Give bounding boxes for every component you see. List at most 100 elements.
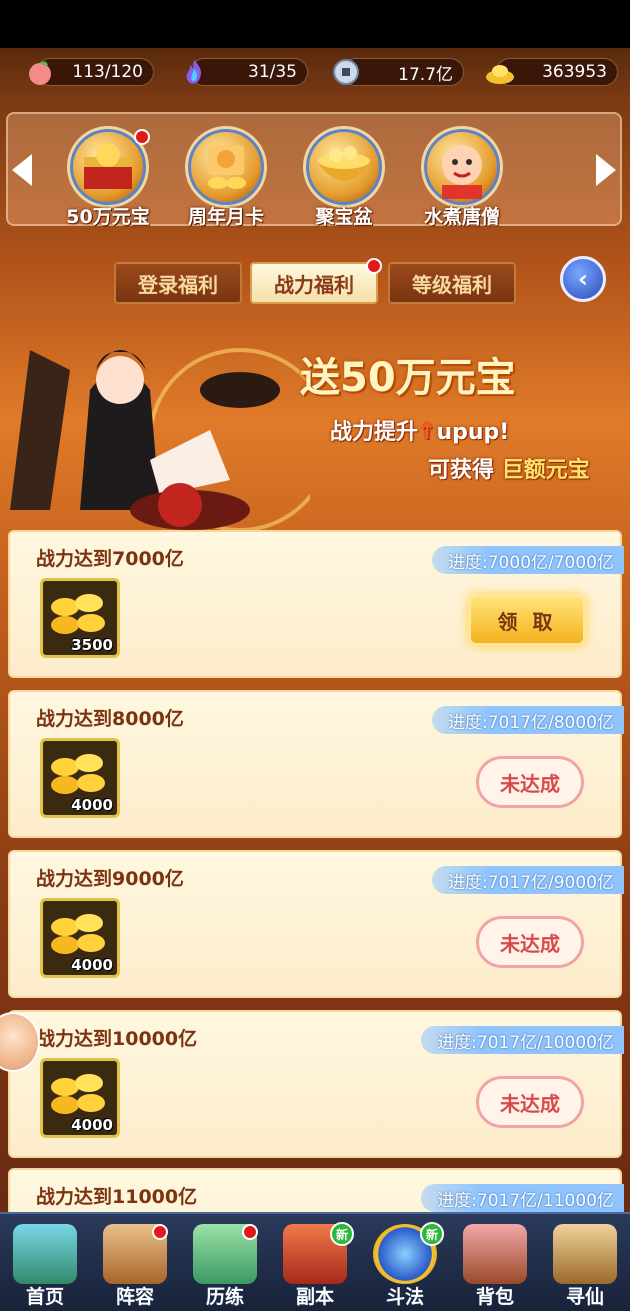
- nav-label: 阵容: [115, 1286, 154, 1308]
- tab-label: 等级福利: [412, 272, 492, 297]
- event-item-500k-ingots[interactable]: 50万元宝: [62, 126, 154, 228]
- event-label: 周年月卡: [187, 206, 264, 228]
- reward-progress: 进度:7017亿/11000亿: [421, 1184, 624, 1212]
- promo-line1-suffix: upup!: [436, 420, 510, 445]
- treasure-chest-icon: [67, 126, 150, 208]
- peach-icon: [23, 55, 57, 89]
- notification-dot: [134, 129, 150, 145]
- nav-dungeon[interactable]: 新 副本: [270, 1218, 360, 1310]
- gold-ingot-reward[interactable]: 4000: [40, 1058, 120, 1138]
- character-illustration: [10, 348, 310, 532]
- month-card-icon: [185, 126, 267, 208]
- reward-card: 战力达到8000亿 进度:7017亿/8000亿 4000 未达成: [8, 690, 624, 838]
- not-achieved-button[interactable]: 未达成: [476, 916, 584, 968]
- promo-title-prefix: 送: [300, 355, 340, 401]
- reward-quantity: 4000: [71, 1116, 113, 1134]
- promo-title: 送50万元宝: [300, 345, 516, 403]
- reward-progress: 进度:7017亿/8000亿: [432, 706, 624, 734]
- nav-battle[interactable]: 新 斗法: [360, 1218, 450, 1310]
- reward-card: 战力达到9000亿 进度:7017亿/9000亿 4000 未达成: [8, 850, 624, 998]
- tab-power-welfare[interactable]: 战力福利: [250, 258, 382, 304]
- seek-immortal-icon: [553, 1224, 617, 1284]
- event-label: 水煮唐僧: [423, 206, 500, 228]
- ingot-counter[interactable]: 363953: [486, 58, 618, 86]
- promo-banner: [0, 300, 630, 532]
- reward-title: 战力达到7000亿: [36, 548, 184, 570]
- up-arrow-icon: ↑: [418, 420, 437, 445]
- back-button[interactable]: ‹: [560, 256, 606, 302]
- nav-label: 历练: [205, 1286, 244, 1308]
- status-bar: [0, 0, 630, 48]
- notification-dot: [242, 1224, 258, 1240]
- coin-counter[interactable]: 17.7亿: [333, 58, 464, 86]
- reward-title: 战力达到10000亿: [36, 1028, 198, 1050]
- promo-line2-highlight: 巨额元宝: [501, 458, 590, 483]
- energy-value: 31/35: [248, 62, 297, 82]
- reward-card: 战力达到7000亿 进度:7000亿/7000亿 3500 领 取: [8, 530, 624, 678]
- promo-subtitle-2: 可获得 巨额元宝: [428, 452, 590, 484]
- bag-icon: [463, 1224, 527, 1284]
- tab-label: 战力福利: [274, 272, 354, 297]
- event-carousel: 50万元宝 周年月卡 聚宝盆 水煮唐僧: [6, 112, 622, 228]
- gold-ingot-reward[interactable]: 4000: [40, 738, 120, 818]
- event-item-monthly-card[interactable]: 周年月卡: [180, 126, 272, 228]
- nav-home[interactable]: 首页: [0, 1218, 90, 1310]
- notification-dot: [366, 258, 382, 274]
- reward-quantity: 3500: [71, 636, 113, 654]
- nav-label: 寻仙: [565, 1286, 604, 1308]
- home-icon: [13, 1224, 77, 1284]
- stamina-counter[interactable]: 113/120: [29, 58, 154, 86]
- nav-seek-immortal[interactable]: 寻仙: [540, 1218, 630, 1310]
- gold-ingot-reward[interactable]: 3500: [40, 578, 120, 658]
- notification-dot: [152, 1224, 168, 1240]
- flame-icon: [177, 55, 211, 89]
- reward-title: 战力达到9000亿: [36, 868, 184, 890]
- tab-level-welfare[interactable]: 等级福利: [388, 262, 516, 304]
- treasure-bowl-icon: [303, 126, 385, 208]
- reward-card: 战力达到10000亿 进度:7017亿/10000亿 4000 未达成: [8, 1010, 624, 1158]
- reward-quantity: 4000: [71, 796, 113, 814]
- event-label: 50万元宝: [66, 206, 150, 228]
- energy-counter[interactable]: 31/35: [186, 58, 308, 86]
- nav-label: 副本: [295, 1286, 334, 1308]
- new-badge: 新: [420, 1222, 444, 1246]
- nav-label: 斗法: [385, 1286, 424, 1308]
- promo-title-main: 50万元宝: [340, 355, 516, 401]
- reward-title: 战力达到8000亿: [36, 708, 184, 730]
- coin-icon: [329, 55, 363, 89]
- reward-progress: 进度:7000亿/7000亿: [432, 546, 624, 574]
- resource-bar: 113/120 31/35 17.7亿 363953: [0, 48, 630, 98]
- not-achieved-button[interactable]: 未达成: [476, 756, 584, 808]
- not-achieved-button[interactable]: 未达成: [476, 1076, 584, 1128]
- monk-icon: [421, 126, 503, 208]
- nav-lineup[interactable]: 阵容: [90, 1218, 180, 1310]
- new-badge: 新: [330, 1222, 354, 1246]
- reward-progress: 进度:7017亿/10000亿: [421, 1026, 624, 1054]
- event-item-treasure-bowl[interactable]: 聚宝盆: [298, 126, 390, 228]
- event-label: 聚宝盆: [315, 206, 373, 228]
- claim-button[interactable]: 领 取: [468, 594, 586, 646]
- nav-label: 首页: [25, 1286, 64, 1308]
- nav-bag[interactable]: 背包: [450, 1218, 540, 1310]
- stamina-value: 113/120: [72, 62, 143, 82]
- ingot-value: 363953: [542, 62, 607, 82]
- tab-label: 登录福利: [138, 272, 218, 297]
- event-item-boiled-monk[interactable]: 水煮唐僧: [416, 126, 508, 228]
- bottom-nav: 首页 阵容 历练 新 副本 新 斗法 背包 寻仙: [0, 1212, 630, 1311]
- coin-value: 17.7亿: [398, 64, 453, 85]
- carousel-left-arrow[interactable]: [12, 154, 32, 186]
- reward-quantity: 4000: [71, 956, 113, 974]
- reward-title: 战力达到11000亿: [36, 1186, 198, 1208]
- app-root: 113/120 31/35 17.7亿 363953 50万元宝 周年月卡 聚宝…: [0, 0, 630, 1311]
- nav-training[interactable]: 历练: [180, 1218, 270, 1310]
- nav-label: 背包: [475, 1286, 514, 1308]
- reward-progress: 进度:7017亿/9000亿: [432, 866, 624, 894]
- gold-ingot-icon: [483, 55, 517, 89]
- back-arrow-icon: ‹: [578, 265, 588, 293]
- promo-line2-prefix: 可获得: [428, 458, 495, 483]
- promo-subtitle-1: 战力提升↑upup!: [330, 414, 509, 446]
- tab-login-welfare[interactable]: 登录福利: [114, 262, 242, 304]
- carousel-right-arrow[interactable]: [596, 154, 616, 186]
- gold-ingot-reward[interactable]: 4000: [40, 898, 120, 978]
- promo-line1-text: 战力提升: [330, 420, 419, 445]
